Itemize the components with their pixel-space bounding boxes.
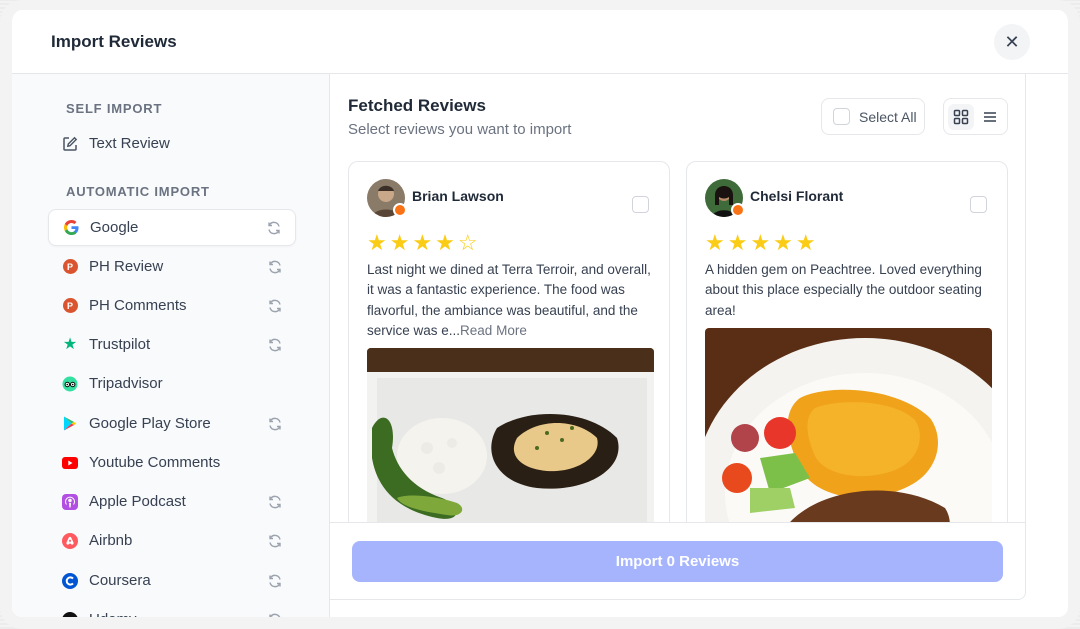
fetched-reviews-title: Fetched Reviews (348, 96, 486, 115)
apple-podcast-icon (62, 493, 78, 510)
list-icon (984, 111, 997, 122)
sidebar-item-label: Coursera (89, 572, 151, 589)
producthunt-icon: P (62, 259, 78, 275)
edit-icon (62, 136, 78, 152)
sidebar-item-youtube-comments[interactable]: Youtube Comments (48, 444, 296, 481)
grid-view-button[interactable] (948, 103, 974, 130)
sync-icon[interactable] (266, 611, 284, 617)
select-all-button[interactable]: Select All (821, 98, 925, 135)
import-footer: Import 0 Reviews (330, 522, 1025, 599)
self-import-heading: SELF IMPORT (66, 101, 163, 116)
review-photo (705, 328, 992, 528)
review-text: Last night we dined at Terra Terroir, an… (367, 260, 659, 341)
review-ellipsis: ... (448, 322, 461, 338)
automatic-import-heading: AUTOMATIC IMPORT (66, 184, 210, 199)
review-select-checkbox[interactable] (632, 196, 649, 213)
sidebar-item-udemy[interactable]: Udemy (48, 601, 296, 617)
sync-icon[interactable] (266, 297, 284, 315)
sidebar-item-google-play-store[interactable]: Google Play Store (48, 405, 296, 442)
sidebar-item-label: Tripadvisor (89, 375, 163, 392)
sync-icon[interactable] (266, 532, 284, 550)
coursera-icon (62, 572, 78, 589)
sidebar-item-label: Trustpilot (89, 336, 151, 353)
import-reviews-modal: Import Reviews ✕ SELF IMPORT Text Review… (0, 0, 1080, 629)
grid-icon (953, 109, 968, 124)
sidebar-item-label: Text Review (89, 135, 170, 152)
sync-icon[interactable] (265, 219, 283, 237)
sidebar-item-label: Google Play Store (89, 415, 211, 432)
sync-icon[interactable] (266, 258, 284, 276)
sidebar-item-label: Airbnb (89, 532, 133, 549)
import-reviews-button[interactable]: Import 0 Reviews (352, 541, 1003, 582)
review-photo (367, 348, 654, 530)
youtube-icon (62, 455, 78, 471)
sync-icon[interactable] (266, 415, 284, 433)
sidebar-item-label: Youtube Comments (89, 454, 221, 471)
google-icon (63, 220, 79, 236)
google-play-icon (62, 416, 78, 432)
sidebar-item-tripadvisor[interactable]: Tripadvisor (48, 365, 296, 402)
trustpilot-icon: ★ (62, 335, 78, 353)
review-text: A hidden gem on Peachtree. Loved everyth… (705, 262, 982, 318)
sidebar-item-label: Google (90, 219, 139, 236)
close-button[interactable]: ✕ (994, 24, 1030, 60)
sidebar-item-label: PH Review (89, 258, 164, 275)
view-toggle (943, 98, 1008, 135)
google-badge-icon (731, 203, 745, 217)
main-content: Fetched Reviews Select reviews you want … (330, 74, 1068, 617)
modal-header: Import Reviews ✕ (12, 10, 1068, 74)
star-rating: ★★★★☆ (367, 230, 481, 255)
read-more-link[interactable]: Read More (460, 323, 527, 338)
modal-title: Import Reviews (51, 32, 177, 51)
producthunt-icon: P (62, 298, 78, 314)
sidebar-item-airbnb[interactable]: Airbnb (48, 522, 296, 559)
udemy-icon (62, 611, 78, 617)
import-source-sidebar: SELF IMPORT Text Review AUTOMATIC IMPORT… (12, 74, 330, 617)
sync-icon[interactable] (266, 572, 284, 590)
sync-icon[interactable] (266, 493, 284, 511)
select-all-label: Select All (859, 108, 917, 125)
review-select-checkbox[interactable] (970, 196, 987, 213)
sync-icon[interactable] (266, 336, 284, 354)
tripadvisor-icon (62, 376, 78, 392)
list-view-button[interactable] (978, 104, 1004, 130)
sidebar-item-label: Apple Podcast (89, 493, 186, 510)
sidebar-item-apple-podcast[interactable]: Apple Podcast (48, 483, 296, 520)
review-card[interactable]: Brian Lawson ★★★★☆ Last night we dined a… (348, 161, 670, 531)
reviewer-name: Chelsi Florant (750, 188, 844, 204)
sidebar-item-ph-review[interactable]: P PH Review (48, 248, 296, 285)
sidebar-item-label: PH Comments (89, 297, 187, 314)
sidebar-item-ph-comments[interactable]: P PH Comments (48, 287, 296, 324)
sidebar-item-label: Udemy (89, 611, 266, 617)
sidebar-item-text-review[interactable]: Text Review (48, 125, 296, 162)
review-card[interactable]: Chelsi Florant ★★★★★ A hidden gem on Pea… (686, 161, 1008, 531)
google-badge-icon (393, 203, 407, 217)
fetched-reviews-subtitle: Select reviews you want to import (348, 121, 572, 138)
select-all-checkbox[interactable] (833, 108, 850, 125)
reviewer-name: Brian Lawson (412, 188, 504, 204)
sidebar-item-trustpilot[interactable]: ★ Trustpilot (48, 326, 296, 363)
fetched-reviews-panel: Fetched Reviews Select reviews you want … (330, 74, 1026, 600)
sidebar-item-coursera[interactable]: Coursera (48, 562, 296, 599)
star-rating: ★★★★★ (705, 230, 819, 255)
airbnb-icon (62, 532, 78, 549)
close-icon: ✕ (1004, 31, 1020, 52)
sidebar-item-google[interactable]: Google (48, 209, 296, 246)
